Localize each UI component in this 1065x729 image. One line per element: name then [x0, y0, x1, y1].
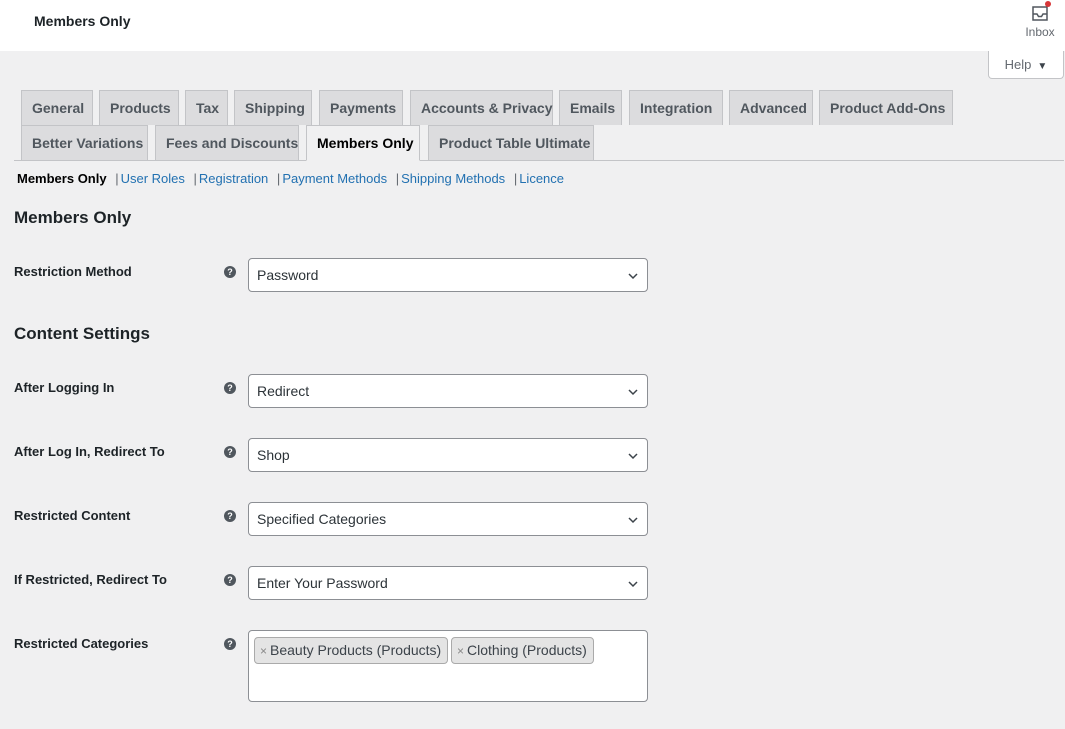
subnav-current-members-only: Members Only	[17, 171, 107, 186]
help-tip-icon[interactable]: ?	[224, 510, 236, 522]
subnav-link-licence[interactable]: Licence	[519, 171, 564, 186]
tab-payments[interactable]: Payments	[319, 90, 403, 125]
restricted-content-value: Specified Categories	[257, 511, 387, 527]
tabs-divider	[14, 160, 1064, 161]
notification-dot	[1045, 1, 1051, 7]
restriction-method-value: Password	[257, 267, 319, 283]
after-logging-in-value: Redirect	[257, 383, 310, 399]
restricted-categories-multiselect[interactable]: × Beauty Products (Products) × Clothing (P…	[248, 630, 648, 702]
if-restricted-redirect-select[interactable]: Enter Your Password	[248, 566, 648, 600]
members-only-heading: Members Only	[14, 208, 132, 227]
tab-fees-and-discounts[interactable]: Fees and Discounts	[155, 125, 299, 160]
chip-label: Beauty Products (Products)	[270, 642, 442, 658]
subnav-separator: |	[276, 171, 281, 186]
after-login-redirect-value: Shop	[257, 447, 290, 463]
help-button[interactable]: Help ▼	[988, 51, 1064, 79]
tab-product-add-ons[interactable]: Product Add-Ons	[819, 90, 953, 125]
after-logging-in-label: After Logging In	[14, 380, 115, 395]
subnav-separator: |	[513, 171, 518, 186]
if-restricted-redirect-value: Enter Your Password	[257, 575, 388, 591]
chevron-down-icon	[628, 389, 638, 396]
inbox-button[interactable]: Inbox	[1020, 1, 1060, 39]
help-tip-icon[interactable]: ?	[224, 266, 236, 278]
subnav-separator: |	[115, 171, 119, 186]
restriction-method-select[interactable]: Password	[248, 258, 648, 292]
subnav-separator: |	[193, 171, 197, 186]
restricted-content-label: Restricted Content	[14, 508, 131, 523]
category-chip: × Beauty Products (Products)	[254, 637, 449, 664]
category-chip: × Clothing (Products)	[451, 637, 594, 664]
tab-accounts-privacy[interactable]: Accounts & Privacy	[410, 90, 553, 125]
help-label: Help	[1004, 57, 1032, 72]
settings-tabs: General Products Tax Shipping Payments A…	[14, 90, 1064, 161]
tab-advanced[interactable]: Advanced	[729, 90, 813, 125]
tab-shipping[interactable]: Shipping	[234, 90, 312, 125]
tab-products[interactable]: Products	[99, 90, 179, 125]
after-login-redirect-select[interactable]: Shop	[248, 438, 648, 472]
chevron-down-icon	[628, 581, 638, 588]
caret-down-icon: ▼	[1037, 61, 1048, 72]
if-restricted-redirect-label: If Restricted, Redirect To	[14, 572, 167, 587]
section-subnav: Members Only | User Roles | Registration |…	[17, 171, 564, 186]
tab-better-variations[interactable]: Better Variations	[21, 125, 148, 160]
tab-members-only[interactable]: Members Only	[306, 125, 420, 161]
page-title: Members Only	[34, 13, 131, 29]
restricted-content-select[interactable]: Specified Categories	[248, 502, 648, 536]
chevron-down-icon	[628, 517, 638, 524]
content-settings-heading: Content Settings	[14, 324, 150, 343]
inbox-icon	[1030, 1, 1051, 23]
remove-chip-icon[interactable]: ×	[260, 644, 267, 658]
chevron-down-icon	[628, 273, 638, 280]
inbox-label: Inbox	[1025, 25, 1055, 39]
after-logging-in-select[interactable]: Redirect	[248, 374, 648, 408]
restriction-method-label: Restriction Method	[14, 264, 132, 279]
tab-emails[interactable]: Emails	[559, 90, 622, 125]
help-tip-icon[interactable]: ?	[224, 382, 236, 394]
chevron-down-icon	[628, 453, 638, 460]
remove-chip-icon[interactable]: ×	[457, 644, 464, 658]
help-tip-icon[interactable]: ?	[224, 446, 236, 458]
restricted-categories-label: Restricted Categories	[14, 636, 149, 651]
subnav-link-shipping-methods[interactable]: Shipping Methods	[401, 171, 505, 186]
tab-product-table-ultimate[interactable]: Product Table Ultimate	[428, 125, 594, 160]
subnav-separator: |	[395, 171, 400, 186]
after-login-redirect-label: After Log In, Redirect To	[14, 444, 165, 459]
tab-tax[interactable]: Tax	[185, 90, 228, 125]
tab-general[interactable]: General	[21, 90, 93, 125]
help-tip-icon[interactable]: ?	[224, 638, 236, 650]
chip-label: Clothing (Products)	[467, 642, 587, 658]
subnav-link-payment-methods[interactable]: Payment Methods	[282, 171, 387, 186]
subnav-link-registration[interactable]: Registration	[199, 171, 268, 186]
tab-integration[interactable]: Integration	[629, 90, 723, 125]
top-bar: Members Only Inbox	[0, 0, 1065, 51]
help-tip-icon[interactable]: ?	[224, 574, 236, 586]
subnav-link-user-roles[interactable]: User Roles	[121, 171, 185, 186]
